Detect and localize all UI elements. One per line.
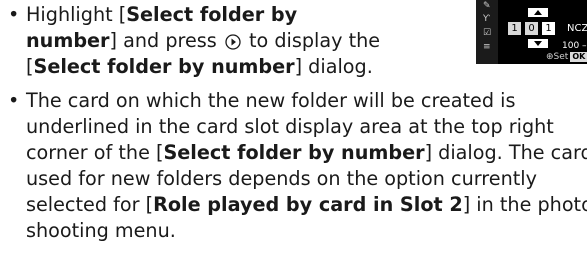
down-arrow-icon xyxy=(528,39,548,48)
retouch-icon: ☑ xyxy=(483,28,492,38)
para1-line-1: Highlight [Select folder by xyxy=(26,3,298,26)
folder-digit-3[interactable]: 1 xyxy=(542,22,555,35)
pencil-icon: ✎ xyxy=(483,1,491,11)
para1-line-2: number] and press to display the xyxy=(26,29,381,52)
multi-selector-right-icon xyxy=(225,31,241,50)
para2-line-5: selected for [Role played by card in Slo… xyxy=(26,193,587,216)
bullet-dot: • xyxy=(8,3,20,26)
para2-line-4: used for new folders depends on the opti… xyxy=(26,167,537,190)
para2-line-3: corner of the [Select folder by number] … xyxy=(26,141,587,164)
folder-name-suffix: NCZ_5 xyxy=(567,23,587,34)
camera-screen-thumbnail: ✎ Ƴ ☑ ≡ 1 0 1 NCZ_5 100 – 9 ⊕SetOK xyxy=(476,0,587,64)
wrench-icon: Ƴ xyxy=(483,14,490,24)
set-ok-legend: ⊕Set OK xyxy=(546,52,587,62)
bullet-dot: • xyxy=(8,89,20,112)
folder-digit-2[interactable]: 0 xyxy=(525,22,538,35)
up-arrow-icon xyxy=(528,8,548,17)
para2-line-2: underlined in the card slot display area… xyxy=(26,115,554,138)
multi-selector-icon: ⊕ xyxy=(546,52,554,62)
folder-digit-1[interactable]: 1 xyxy=(508,22,521,35)
para1-line-3: [Select folder by number] dialog. xyxy=(26,55,373,78)
para2-line-6: shooting menu. xyxy=(26,219,176,242)
ok-button-label: OK xyxy=(570,52,587,62)
folder-range: 100 – 9 xyxy=(562,41,587,51)
my-menu-icon: ≡ xyxy=(483,42,491,52)
camera-menu-sidebar: ✎ Ƴ ☑ ≡ xyxy=(476,0,498,64)
para2-line-1: The card on which the new folder will be… xyxy=(26,89,516,112)
